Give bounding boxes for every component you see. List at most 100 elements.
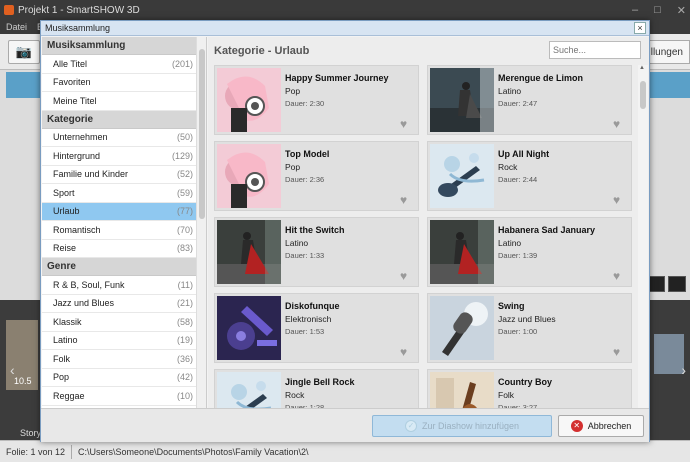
album-art bbox=[217, 372, 281, 408]
scroll-up-icon[interactable]: ▲ bbox=[639, 65, 645, 71]
sidebar-item-label: Urlaub bbox=[53, 206, 80, 217]
close-window-icon[interactable]: ✕ bbox=[677, 4, 686, 17]
favorite-heart-icon[interactable]: ♥ bbox=[613, 270, 625, 282]
sidebar-item-label: Meine Titel bbox=[53, 95, 97, 106]
track-title: Top Model bbox=[285, 149, 330, 159]
content-scrollbar[interactable]: ▲ bbox=[638, 65, 648, 408]
scrollbar-thumb[interactable] bbox=[199, 49, 205, 219]
sidebar-item[interactable]: Urlaub (77) bbox=[42, 202, 197, 221]
sidebar-section-header: Genre bbox=[42, 258, 197, 276]
track-title: Hit the Switch bbox=[285, 225, 345, 235]
maximize-icon[interactable]: □ bbox=[654, 4, 661, 16]
sidebar-scrollbar[interactable] bbox=[196, 37, 206, 408]
favorite-heart-icon[interactable]: ♥ bbox=[613, 118, 625, 130]
track-genre: Rock bbox=[498, 162, 518, 172]
dialog-footer: ✓ Zur Diashow hinzufügen ✕ Abbrechen bbox=[41, 408, 649, 442]
favorite-heart-icon[interactable]: ♥ bbox=[400, 118, 412, 130]
sidebar-item-count: (19) bbox=[176, 335, 193, 346]
sidebar-item[interactable]: Pop (42) bbox=[42, 369, 197, 387]
sidebar-section-header: Musiksammlung bbox=[42, 37, 197, 55]
favorite-heart-icon[interactable]: ♥ bbox=[400, 270, 412, 282]
sidebar-item-count: (42) bbox=[176, 372, 193, 383]
app-titlebar: Projekt 1 - SmartSHOW 3D – □ ✕ bbox=[0, 0, 690, 20]
sidebar-item[interactable]: Familie und Kinder (52) bbox=[42, 166, 197, 184]
sidebar-item[interactable]: Romantisch (70) bbox=[42, 221, 197, 240]
category-sidebar: Musiksammlung Alle Titel (201) Favoriten Mei… bbox=[42, 37, 207, 408]
track-card[interactable]: Up All Night Rock Dauer: 2:44 ♥ bbox=[427, 141, 632, 211]
minimize-icon[interactable]: – bbox=[632, 4, 638, 16]
sidebar-item-label: Jazz und Blues bbox=[53, 298, 115, 309]
sidebar-item-label: Pop bbox=[53, 372, 70, 383]
view-toggle-group bbox=[647, 276, 686, 292]
sidebar-item-label: R & B, Soul, Funk bbox=[53, 279, 125, 290]
scrollbar-thumb[interactable] bbox=[640, 81, 646, 109]
cancel-icon: ✕ bbox=[570, 420, 583, 432]
preview-thumb-right bbox=[646, 72, 690, 98]
sidebar-item[interactable]: Favoriten bbox=[42, 74, 197, 92]
track-genre: Folk bbox=[498, 390, 515, 400]
chevron-right-icon[interactable]: › bbox=[681, 362, 686, 378]
page-title: Kategorie - Urlaub bbox=[214, 45, 310, 57]
menu-item-file[interactable]: Datei bbox=[6, 22, 27, 32]
story-tab[interactable]: Story bbox=[20, 428, 41, 438]
track-card[interactable]: Merengue de Limon Latino Dauer: 2:47 ♥ bbox=[427, 65, 632, 135]
sidebar-item-label: Familie und Kinder bbox=[53, 169, 129, 180]
add-to-slideshow-button[interactable]: ✓ Zur Diashow hinzufügen bbox=[372, 415, 552, 437]
sidebar-item-label: Favoriten bbox=[53, 77, 91, 88]
track-genre: Rock bbox=[285, 390, 305, 400]
search-input[interactable] bbox=[549, 41, 641, 59]
sidebar-item-label: Folk bbox=[53, 353, 71, 364]
track-card[interactable]: Diskofunque Elektronisch Dauer: 1:53 ♥ bbox=[214, 293, 419, 363]
sidebar-item-count: (83) bbox=[176, 243, 193, 254]
close-icon[interactable]: × bbox=[634, 22, 646, 34]
sidebar-item[interactable]: Meine Titel bbox=[42, 92, 197, 111]
slide-thumbnail[interactable] bbox=[654, 334, 684, 374]
track-card[interactable]: Happy Summer Journey Pop Dauer: 2:30 ♥ bbox=[214, 65, 419, 135]
track-card[interactable]: Jingle Bell RockRockDauer: 1:28♥ bbox=[214, 369, 419, 408]
sidebar-item[interactable]: Reggae (10) bbox=[42, 387, 197, 406]
sidebar-item-label: Reggae bbox=[53, 390, 85, 401]
favorite-heart-icon[interactable]: ♥ bbox=[400, 346, 412, 358]
sidebar-item[interactable]: R & B, Soul, Funk (11) bbox=[42, 276, 197, 295]
sidebar-item-label: Alle Titel bbox=[53, 58, 88, 69]
album-art bbox=[430, 220, 494, 284]
track-card[interactable]: Habanera Sad January Latino Dauer: 1:39 ♥ bbox=[427, 217, 632, 287]
track-genre: Jazz und Blues bbox=[498, 314, 556, 324]
track-card[interactable]: Swing Jazz und Blues Dauer: 1:00 ♥ bbox=[427, 293, 632, 363]
favorite-heart-icon[interactable]: ♥ bbox=[613, 346, 625, 358]
dialog-titlebar: Musiksammlung × bbox=[41, 21, 649, 36]
track-genre: Latino bbox=[285, 238, 309, 248]
sidebar-item[interactable]: Sport (59) bbox=[42, 184, 197, 203]
sidebar-item-count: (70) bbox=[176, 224, 193, 235]
camera-button[interactable]: 📷 bbox=[8, 40, 40, 64]
sidebar-item[interactable]: Latino (19) bbox=[42, 332, 197, 350]
sidebar-item[interactable]: Jazz und Blues (21) bbox=[42, 295, 197, 313]
track-card[interactable]: Hit the Switch Latino Dauer: 1:33 ♥ bbox=[214, 217, 419, 287]
sidebar-item[interactable]: Unternehmen (50) bbox=[42, 129, 197, 147]
sidebar-item[interactable]: Reise (83) bbox=[42, 240, 197, 258]
sidebar-item-count: (11) bbox=[177, 279, 193, 290]
cancel-button-label: Abbrechen bbox=[587, 421, 632, 431]
sidebar-item[interactable]: Hintergrund (129) bbox=[42, 147, 197, 166]
album-art bbox=[430, 68, 494, 132]
sidebar-item-count: (50) bbox=[176, 132, 193, 143]
track-title: Habanera Sad January bbox=[498, 225, 596, 235]
track-card[interactable]: Country BoyFolkDauer: 3:27♥ bbox=[427, 369, 632, 408]
track-genre: Pop bbox=[285, 162, 301, 172]
favorite-heart-icon[interactable]: ♥ bbox=[613, 194, 625, 206]
track-duration: Dauer: 1:00 bbox=[498, 327, 538, 336]
sidebar-item[interactable]: Alle Titel (201) bbox=[42, 55, 197, 74]
settings-button[interactable]: llungen bbox=[643, 40, 690, 64]
sidebar-item[interactable]: Klassik (58) bbox=[42, 313, 197, 332]
album-art bbox=[430, 372, 494, 408]
track-title: Jingle Bell Rock bbox=[285, 377, 355, 387]
track-title: Happy Summer Journey bbox=[285, 73, 389, 83]
track-card[interactable]: Top Model Pop Dauer: 2:36 ♥ bbox=[214, 141, 419, 211]
track-duration: Dauer: 1:53 bbox=[285, 327, 325, 336]
project-path: C:\Users\Someone\Documents\Photos\Family… bbox=[78, 446, 309, 457]
cancel-button[interactable]: ✕ Abbrechen bbox=[558, 415, 644, 437]
favorite-heart-icon[interactable]: ♥ bbox=[400, 194, 412, 206]
sidebar-item[interactable]: Folk (36) bbox=[42, 350, 197, 369]
sidebar-item-count: (36) bbox=[176, 353, 193, 364]
fullscreen-icon[interactable] bbox=[668, 276, 686, 292]
